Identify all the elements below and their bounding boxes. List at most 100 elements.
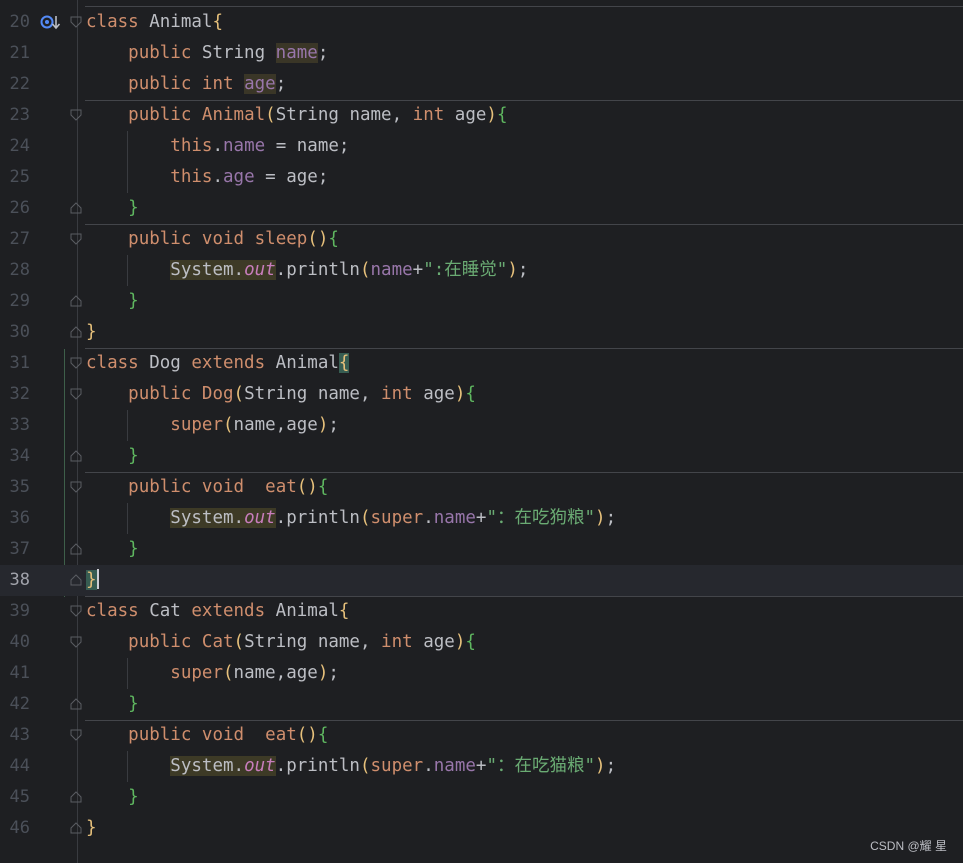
line-number[interactable]: 43 (0, 724, 30, 746)
code-line[interactable]: 27 public void sleep(){ (0, 224, 963, 255)
line-number[interactable]: 44 (0, 755, 30, 777)
line-number[interactable]: 35 (0, 476, 30, 498)
line-number[interactable]: 20 (0, 11, 30, 33)
code-line[interactable]: 43 public void eat(){ (0, 720, 963, 751)
line-number[interactable]: 22 (0, 73, 30, 95)
line-number[interactable]: 29 (0, 290, 30, 312)
fold-collapse-icon[interactable] (70, 109, 82, 121)
code-line[interactable]: 20 class Animal{ (0, 7, 963, 38)
code-text[interactable]: this.age = age; (86, 165, 328, 189)
code-line[interactable]: 44 System.out.println(super.name+"：在吃猫粮"… (0, 751, 963, 782)
code-line[interactable]: 36 System.out.println(super.name+"：在吃狗粮"… (0, 503, 963, 534)
code-text[interactable]: public Animal(String name, int age){ (86, 103, 507, 127)
code-text[interactable]: class Cat extends Animal{ (86, 599, 349, 623)
code-text[interactable]: public int age; (86, 72, 286, 96)
code-line[interactable]: 41 super(name,age); (0, 658, 963, 689)
fold-collapse-icon[interactable] (70, 388, 82, 400)
fold-collapse-icon[interactable] (70, 16, 82, 28)
code-text[interactable]: this.name = name; (86, 134, 349, 158)
code-text[interactable]: } (86, 444, 139, 468)
code-text[interactable]: super(name,age); (86, 413, 339, 437)
fold-end-icon[interactable] (70, 450, 82, 462)
code-line[interactable]: 28 System.out.println(name+":在睡觉"); (0, 255, 963, 286)
code-line[interactable]: 23 public Animal(String name, int age){ (0, 100, 963, 131)
line-number[interactable]: 21 (0, 42, 30, 64)
code-text[interactable]: System.out.println(name+":在睡觉"); (86, 258, 528, 282)
line-number[interactable]: 37 (0, 538, 30, 560)
fold-collapse-icon[interactable] (70, 605, 82, 617)
fold-collapse-icon[interactable] (70, 357, 82, 369)
code-line[interactable]: 31 class Dog extends Animal{ (0, 348, 963, 379)
line-number[interactable]: 23 (0, 104, 30, 126)
code-line[interactable]: 42 } (0, 689, 963, 720)
fold-end-icon[interactable] (70, 822, 82, 834)
fold-end-icon[interactable] (70, 543, 82, 555)
fold-collapse-icon[interactable] (70, 481, 82, 493)
code-line[interactable]: 33 super(name,age); (0, 410, 963, 441)
code-line[interactable]: 34 } (0, 441, 963, 472)
fold-end-icon[interactable] (70, 326, 82, 338)
code-line[interactable]: 46} (0, 813, 963, 844)
line-number[interactable]: 41 (0, 662, 30, 684)
code-text[interactable]: class Dog extends Animal{ (86, 351, 350, 375)
line-number[interactable]: 28 (0, 259, 30, 281)
line-number[interactable]: 31 (0, 352, 30, 374)
line-number[interactable]: 36 (0, 507, 30, 529)
code-line[interactable]: 40 public Cat(String name, int age){ (0, 627, 963, 658)
code-line[interactable]: 30} (0, 317, 963, 348)
code-line[interactable]: 38} (0, 565, 963, 596)
code-text[interactable]: } (86, 568, 99, 592)
code-line[interactable]: 26 } (0, 193, 963, 224)
fold-end-icon[interactable] (70, 574, 82, 586)
code-text[interactable]: public void sleep(){ (86, 227, 339, 251)
code-text[interactable]: } (86, 537, 139, 561)
code-text[interactable]: public Dog(String name, int age){ (86, 382, 476, 406)
line-number[interactable]: 27 (0, 228, 30, 250)
code-line[interactable]: 32 public Dog(String name, int age){ (0, 379, 963, 410)
fold-collapse-icon[interactable] (70, 233, 82, 245)
line-number[interactable]: 45 (0, 786, 30, 808)
code-editor[interactable]: 20 class Animal{21 public String name; 22 … (0, 0, 963, 863)
line-number[interactable]: 26 (0, 197, 30, 219)
code-text[interactable]: System.out.println(super.name+"：在吃猫粮"); (86, 754, 616, 778)
code-line[interactable]: 25 this.age = age; (0, 162, 963, 193)
code-text[interactable]: public Cat(String name, int age){ (86, 630, 476, 654)
code-line[interactable]: 39 class Cat extends Animal{ (0, 596, 963, 627)
line-number[interactable]: 32 (0, 383, 30, 405)
line-number[interactable]: 38 (0, 569, 30, 591)
code-line[interactable]: 45 } (0, 782, 963, 813)
code-text[interactable]: super(name,age); (86, 661, 339, 685)
line-number[interactable]: 40 (0, 631, 30, 653)
code-text[interactable]: } (86, 692, 139, 716)
fold-end-icon[interactable] (70, 202, 82, 214)
override-implemented-icon[interactable] (40, 14, 62, 32)
code-line[interactable]: 22 public int age; (0, 69, 963, 100)
fold-end-icon[interactable] (70, 791, 82, 803)
fold-end-icon[interactable] (70, 698, 82, 710)
line-number[interactable]: 34 (0, 445, 30, 467)
code-line[interactable]: 35 public void eat(){ (0, 472, 963, 503)
line-number[interactable]: 25 (0, 166, 30, 188)
code-line[interactable]: 21 public String name; (0, 38, 963, 69)
line-number[interactable]: 30 (0, 321, 30, 343)
line-number[interactable]: 33 (0, 414, 30, 436)
line-number[interactable]: 46 (0, 817, 30, 839)
line-number[interactable]: 42 (0, 693, 30, 715)
line-number[interactable]: 24 (0, 135, 30, 157)
code-line[interactable]: 29 } (0, 286, 963, 317)
code-text[interactable]: class Animal{ (86, 10, 223, 34)
fold-end-icon[interactable] (70, 295, 82, 307)
code-text[interactable]: } (86, 785, 139, 809)
code-line[interactable]: 24 this.name = name; (0, 131, 963, 162)
code-text[interactable]: } (86, 196, 139, 220)
fold-collapse-icon[interactable] (70, 729, 82, 741)
line-number[interactable]: 39 (0, 600, 30, 622)
code-text[interactable]: public void eat(){ (86, 723, 328, 747)
fold-collapse-icon[interactable] (70, 636, 82, 648)
code-text[interactable]: public void eat(){ (86, 475, 328, 499)
code-text[interactable]: } (86, 320, 97, 344)
code-line[interactable]: 37 } (0, 534, 963, 565)
code-text[interactable]: } (86, 289, 139, 313)
code-text[interactable]: } (86, 816, 97, 840)
code-text[interactable]: public String name; (86, 41, 328, 65)
